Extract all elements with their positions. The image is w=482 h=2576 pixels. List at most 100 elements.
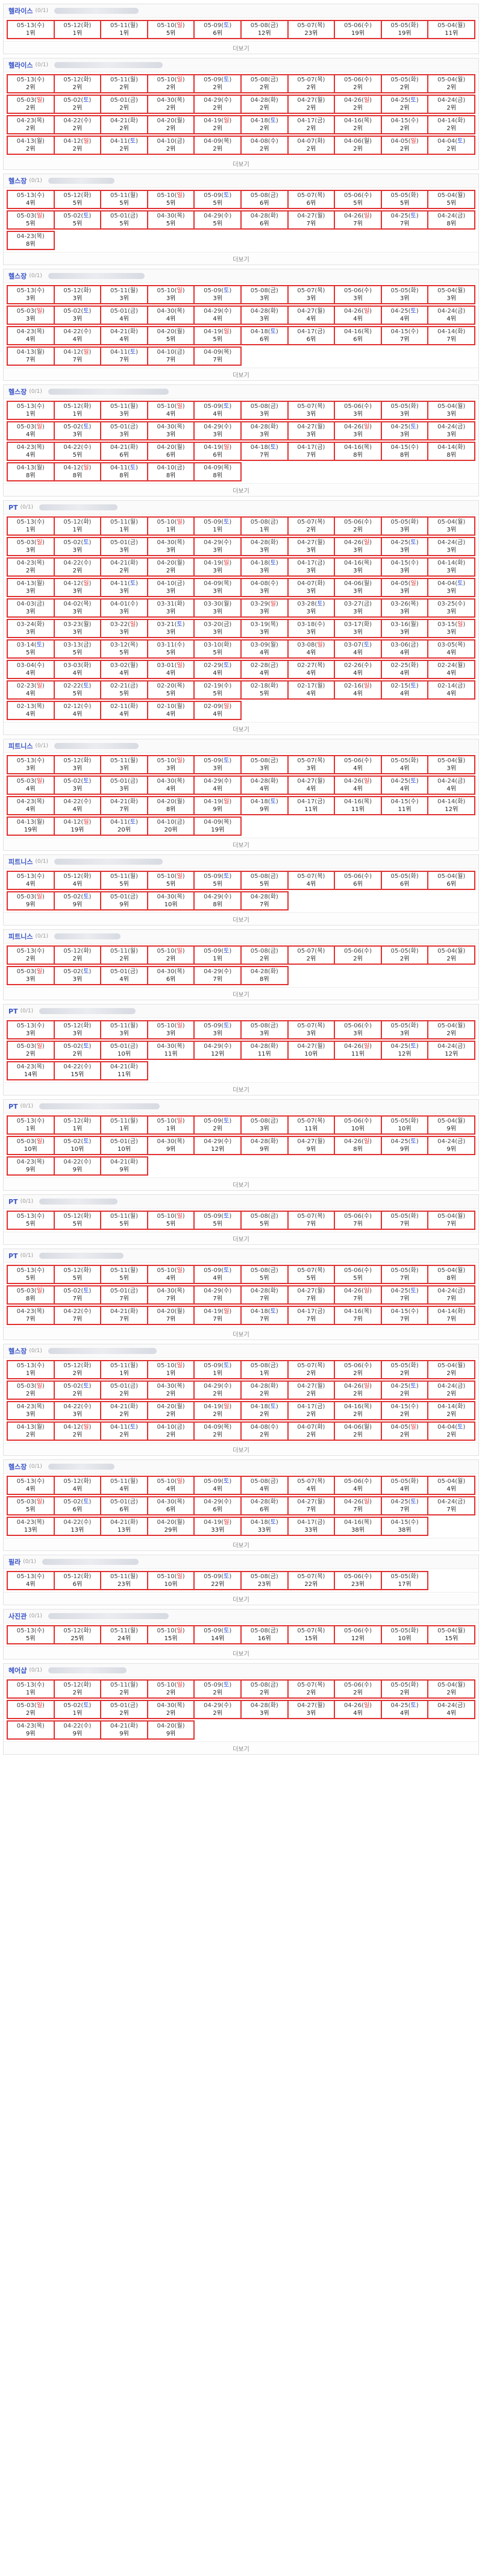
weekday-label: 화 (270, 683, 276, 689)
rank-value: 5위 (213, 691, 222, 697)
rank-value: 2위 (399, 1690, 410, 1696)
more-button[interactable]: 더보기 (4, 483, 478, 496)
more-button[interactable]: 더보기 (4, 838, 478, 850)
rank-date: 05-12(화) (63, 192, 92, 199)
rank-grid: 05-13(수) 2위 05-12(화) 2위 05-11(월) 2위 05-10(일) 2위… (4, 72, 478, 157)
more-button[interactable]: 더보기 (4, 157, 478, 169)
rank-value: 7위 (399, 221, 410, 227)
rank-value: 9위 (166, 1731, 176, 1737)
weekday-label: 화 (36, 621, 42, 628)
rank-cell: 04-30(목) 2위 (146, 1700, 195, 1719)
weekday-label: 월 (457, 287, 463, 294)
rank-cell: 05-10(일) 2위 (146, 74, 195, 93)
rank-cell: 02-17(월) 4위 (287, 680, 336, 700)
more-button[interactable]: 더보기 (4, 368, 478, 380)
rank-date: 04-26(일) (343, 1043, 372, 1050)
keyword-label[interactable]: 피트니스 (8, 741, 33, 751)
keyword-label[interactable]: 사진관 (8, 1611, 27, 1621)
more-button[interactable]: 더보기 (4, 1646, 478, 1659)
rank-value: 4위 (119, 670, 129, 677)
weekday-label: 월 (317, 1499, 323, 1505)
weekday-label: 월 (457, 1267, 463, 1274)
rank-value: 3위 (399, 1030, 410, 1037)
rank-date: 05-02(토) (63, 1499, 92, 1505)
more-button[interactable]: 더보기 (4, 1443, 478, 1455)
rank-date: 05-05(화) (390, 757, 419, 764)
keyword-label[interactable]: 헬스장 (8, 387, 27, 396)
keyword-label[interactable]: 헤어샵 (8, 1666, 27, 1675)
keyword-label[interactable]: 헬스장 (8, 1346, 27, 1356)
rank-cell: 04-27(월) 9위 (287, 1136, 336, 1155)
more-button[interactable]: 더보기 (4, 252, 478, 265)
rank-value: 1위 (260, 527, 269, 533)
rank-cell: 04-14(화) 7위 (427, 1306, 475, 1325)
rank-cell: 04-22(수) 3위 (53, 1401, 102, 1420)
rank-cell: 05-08(금) 2위 (240, 74, 289, 93)
weekday-label: 화 (457, 798, 463, 805)
rank-date: 02-10(월) (157, 703, 185, 710)
rank-value: 9위 (72, 901, 83, 908)
weekday-label: 금 (270, 1628, 276, 1634)
keyword-label[interactable]: PT (8, 1008, 18, 1015)
weekday-label: 수 (224, 213, 230, 219)
keyword-label[interactable]: 헬스장 (8, 271, 27, 281)
rank-value: 4위 (26, 786, 36, 792)
more-button[interactable]: 더보기 (4, 1082, 478, 1095)
rank-value: 2위 (119, 956, 129, 962)
more-button[interactable]: 더보기 (4, 1232, 478, 1244)
weekday-label: 일 (36, 1288, 42, 1294)
rank-cell: 04-24(금) 3위 (427, 421, 475, 440)
rank-cell: 04-21(화) 6위 (100, 442, 148, 461)
rank-value: 2위 (26, 956, 36, 962)
redacted-place-name (48, 1464, 114, 1470)
more-button[interactable]: 더보기 (4, 1177, 478, 1190)
rank-value: 6위 (166, 452, 176, 459)
keyword-label[interactable]: 피트니스 (8, 857, 33, 867)
more-button[interactable]: 더보기 (4, 987, 478, 1000)
weekday-label: 월 (363, 1424, 370, 1431)
more-button[interactable]: 더보기 (4, 722, 478, 735)
rank-date: 03-16(월) (390, 621, 419, 628)
redacted-place-name (39, 1103, 160, 1109)
rank-value: 4위 (353, 691, 363, 697)
rank-date: 04-15(수) (390, 444, 419, 451)
rank-grid: 05-13(수) 1위 05-12(화) 2위 05-11(월) 1위 05-10(일) 1위… (4, 1358, 478, 1443)
weekday-label: 일 (224, 560, 230, 566)
more-button[interactable]: 더보기 (4, 41, 478, 54)
keyword-label[interactable]: 피트니스 (8, 932, 33, 941)
rank-cell: 05-02(토) 6위 (53, 1496, 102, 1515)
rank-value: 3위 (72, 431, 83, 438)
rank-date: 04-24(금) (437, 213, 466, 219)
weekday-label: 일 (410, 580, 416, 587)
keyword-label[interactable]: PT (8, 1252, 18, 1260)
keyword-label[interactable]: PT (8, 1198, 18, 1206)
keyword-label[interactable]: 헬라이스 (8, 60, 33, 70)
rank-value: 11위 (304, 1126, 318, 1132)
keyword-label[interactable]: 헬라이스 (8, 6, 33, 16)
keyword-label[interactable]: 헬스장 (8, 176, 27, 186)
rank-cell: 05-03(일) 10위 (7, 1136, 55, 1155)
rank-value: 4위 (26, 711, 36, 718)
keyword-label[interactable]: 필라 (8, 1557, 20, 1567)
keyword-label[interactable]: 헬스장 (8, 1462, 27, 1471)
rank-grid: 05-13(수) 4위 05-12(화) 4위 05-11(월) 5위 05-10(일) 5위… (4, 869, 478, 912)
weekday-label: 수 (36, 192, 42, 199)
rank-value: 5위 (446, 200, 456, 207)
rank-date: 02-11(화) (110, 703, 139, 710)
rank-cell: 04-28(화) 3위 (240, 306, 289, 325)
weekday-label: 월 (177, 703, 183, 710)
rank-date: 04-15(수) (390, 798, 419, 805)
more-button[interactable]: 더보기 (4, 1592, 478, 1605)
keyword-label[interactable]: PT (8, 504, 18, 512)
more-button[interactable]: 더보기 (4, 1538, 478, 1550)
rank-value: 2위 (72, 105, 83, 111)
more-button[interactable]: 더보기 (4, 1327, 478, 1340)
rank-value: 2위 (446, 146, 456, 152)
keyword-label[interactable]: PT (8, 1103, 18, 1111)
more-button[interactable]: 더보기 (4, 1741, 478, 1754)
rank-cell: 04-10(금) 8위 (146, 462, 195, 481)
more-button[interactable]: 더보기 (4, 912, 478, 925)
weekday-label: 월 (457, 403, 463, 410)
rank-date: 04-21(화) (110, 1064, 139, 1070)
rank-value: 4위 (72, 881, 83, 888)
